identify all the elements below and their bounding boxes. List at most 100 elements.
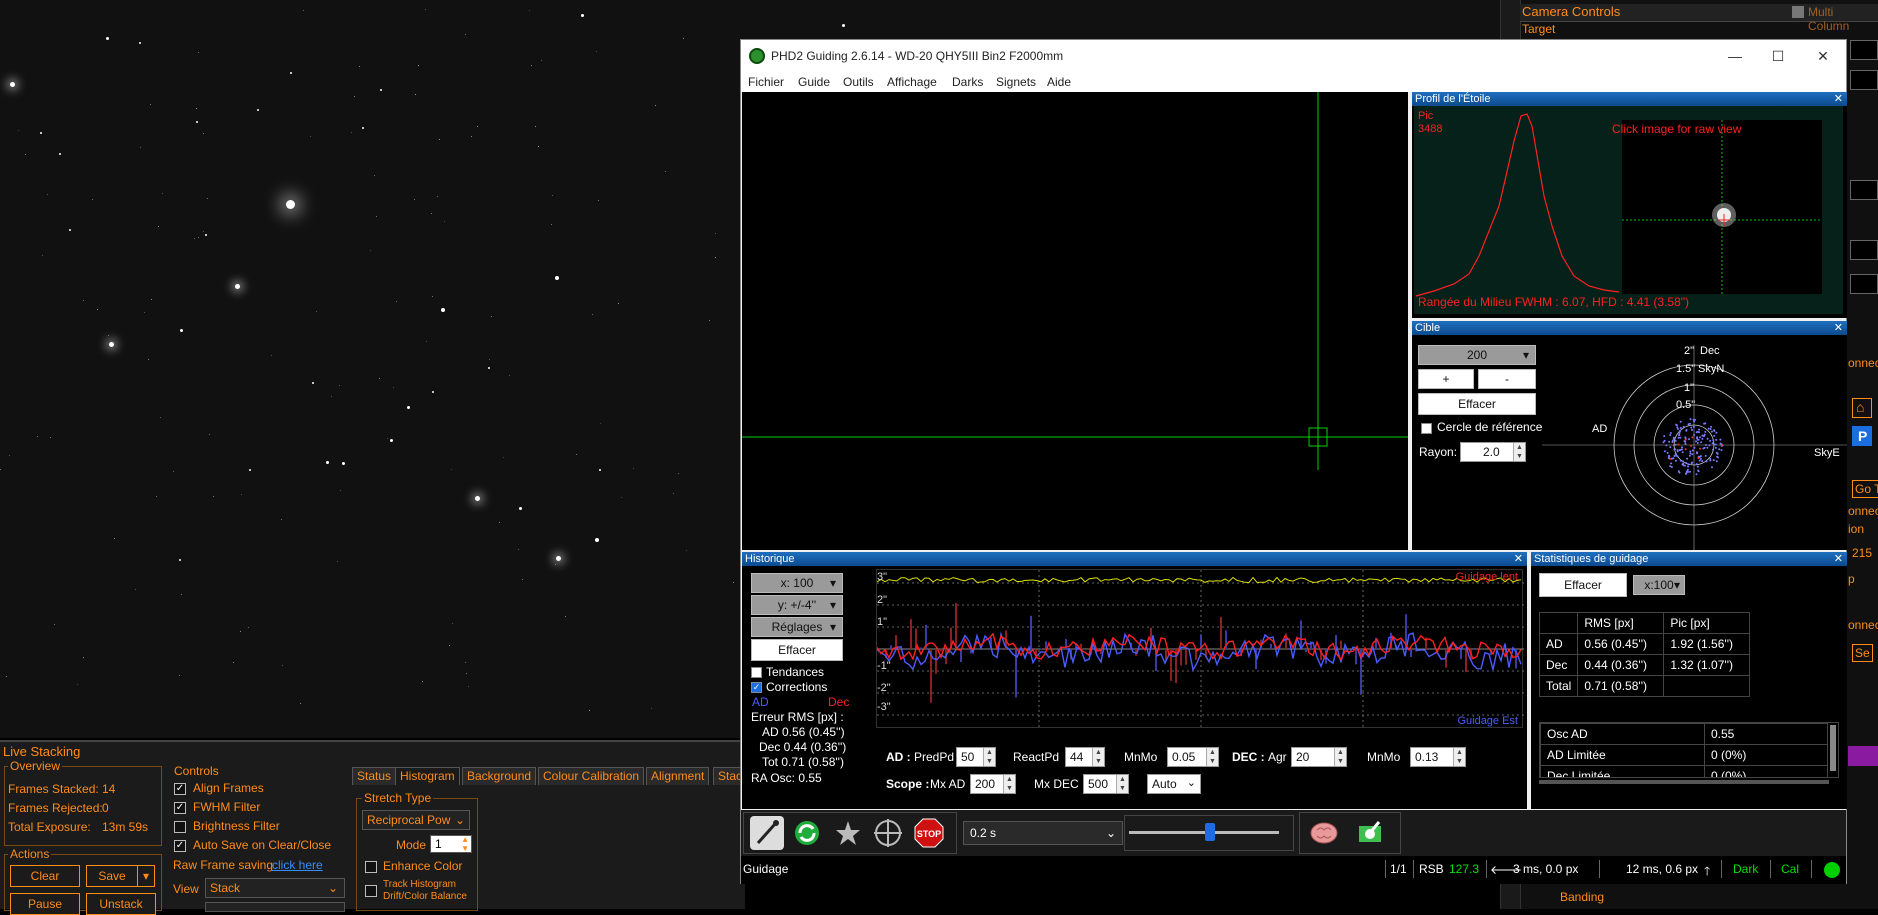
menu-darks[interactable]: Darks bbox=[952, 75, 983, 89]
faint-star bbox=[18, 130, 19, 131]
tab-status[interactable]: Status bbox=[352, 767, 397, 785]
align-frames-checkbox[interactable]: ✓ bbox=[174, 783, 186, 795]
scatter-point bbox=[1684, 472, 1687, 475]
agr-stepper[interactable]: 20 ▲ ▼ bbox=[1291, 747, 1347, 767]
menu-guide[interactable]: Guide bbox=[798, 75, 830, 89]
faint-star bbox=[715, 257, 716, 258]
exposure-select[interactable]: 0.2 s ⌄ bbox=[963, 821, 1123, 845]
faint-star bbox=[387, 438, 388, 439]
gamma-slider-thumb[interactable] bbox=[1205, 823, 1215, 841]
save-dropdown-button[interactable]: ▾ bbox=[137, 865, 155, 887]
auto-select-star-icon[interactable] bbox=[831, 816, 865, 850]
trends-checkbox[interactable] bbox=[751, 667, 762, 678]
stats-clear-button[interactable]: Effacer bbox=[1539, 573, 1627, 597]
bg-button[interactable]: Se bbox=[1852, 644, 1873, 662]
bg-field[interactable] bbox=[1850, 70, 1878, 90]
graph-label-top: Guidage lent bbox=[1455, 571, 1518, 583]
clear-button[interactable]: Clear bbox=[10, 865, 80, 887]
history-graph[interactable]: 3" 2" 1" -1" -2" -3" Guidage lent Guidag… bbox=[876, 569, 1524, 729]
pause-button[interactable]: Pause bbox=[10, 893, 80, 915]
enhance-color-checkbox[interactable] bbox=[365, 861, 377, 873]
corrections-checkbox[interactable]: ✓ bbox=[751, 682, 762, 693]
dec-series-line bbox=[876, 632, 1522, 661]
scatter-point bbox=[1668, 440, 1671, 443]
stats-scale-select[interactable]: x:100 ▾ bbox=[1633, 575, 1685, 595]
fwhm-filter-checkbox[interactable]: ✓ bbox=[174, 802, 186, 814]
click-here-link[interactable]: click here bbox=[272, 858, 323, 872]
stretch-type-select[interactable]: Reciprocal Pow ⌄ bbox=[362, 810, 470, 830]
park-icon[interactable]: P bbox=[1852, 426, 1872, 446]
tab-alignment[interactable]: Alignment bbox=[646, 767, 710, 785]
bg-field[interactable] bbox=[1850, 40, 1878, 60]
tab-colour-calibration[interactable]: Colour Calibration bbox=[538, 767, 645, 785]
table-cell: 1.32 (1.07'') bbox=[1663, 654, 1751, 676]
target-zoom-out-button[interactable]: - bbox=[1478, 369, 1536, 389]
faint-star bbox=[209, 434, 210, 435]
close-icon[interactable]: ✕ bbox=[1834, 92, 1843, 106]
home-icon[interactable]: ⌂ bbox=[1852, 398, 1872, 418]
guide-camera-view[interactable] bbox=[742, 92, 1408, 550]
predpd-stepper[interactable]: 50 ▲ ▼ bbox=[956, 747, 996, 767]
mnmo-ad-stepper[interactable]: 0.05 ▲ ▼ bbox=[1167, 747, 1219, 767]
star bbox=[580, 13, 584, 17]
minimize-icon[interactable]: — bbox=[1725, 46, 1745, 66]
guide-target-icon[interactable] bbox=[871, 816, 905, 850]
total-exposure-value: 13m 59s bbox=[102, 820, 149, 834]
brain-icon[interactable] bbox=[1307, 816, 1341, 850]
history-y-scale-select[interactable]: y: +/-4'' ▾ bbox=[751, 595, 843, 615]
save-button[interactable]: Save bbox=[86, 865, 138, 887]
tab-background[interactable]: Background bbox=[462, 767, 537, 785]
faint-star bbox=[535, 126, 536, 127]
target-zoom-in-button[interactable]: + bbox=[1418, 369, 1474, 389]
menu-fichier[interactable]: Fichier bbox=[748, 75, 784, 89]
mnmo-dec-stepper[interactable]: 0.13 ▲ ▼ bbox=[1410, 747, 1466, 767]
close-icon[interactable]: ✕ bbox=[1834, 321, 1843, 335]
track-histogram-checkbox[interactable] bbox=[365, 885, 377, 897]
equipment-icon[interactable] bbox=[1353, 816, 1387, 850]
second-select[interactable] bbox=[205, 902, 345, 912]
target-clear-button[interactable]: Effacer bbox=[1418, 393, 1536, 415]
menu-aide[interactable]: Aide bbox=[1047, 75, 1071, 89]
scrollbar[interactable] bbox=[1830, 725, 1836, 771]
faint-star bbox=[198, 52, 199, 53]
use-camera-icon[interactable] bbox=[750, 816, 784, 850]
tab-histogram[interactable]: Histogram bbox=[395, 767, 460, 785]
goto-button[interactable]: Go T bbox=[1852, 480, 1878, 498]
history-clear-button[interactable]: Effacer bbox=[751, 639, 843, 661]
history-x-scale-select[interactable]: x: 100 ▾ bbox=[751, 573, 843, 593]
maximize-icon[interactable]: ☐ bbox=[1768, 46, 1788, 66]
scatter-point bbox=[1697, 438, 1700, 441]
auto-save-checkbox[interactable]: ✓ bbox=[174, 840, 186, 852]
radius-stepper[interactable]: 2.0 ▲ ▼ bbox=[1460, 442, 1526, 462]
scatter-point bbox=[1663, 450, 1666, 453]
menu-signets[interactable]: Signets bbox=[996, 75, 1036, 89]
star-thumbnail[interactable] bbox=[1622, 120, 1822, 294]
close-icon[interactable]: ✕ bbox=[1834, 552, 1843, 566]
loop-icon[interactable] bbox=[790, 816, 824, 850]
close-icon[interactable]: ✕ bbox=[1813, 46, 1833, 66]
bg-field[interactable] bbox=[1850, 240, 1878, 260]
menu-affichage[interactable]: Affichage bbox=[887, 75, 937, 89]
history-settings-button[interactable]: Réglages ▾ bbox=[751, 617, 843, 637]
reference-circle-checkbox[interactable] bbox=[1421, 423, 1432, 434]
reactpd-stepper[interactable]: 44 ▲ ▼ bbox=[1065, 747, 1105, 767]
menu-outils[interactable]: Outils bbox=[843, 75, 874, 89]
mode-stepper[interactable]: 1 ▲ ▼ bbox=[430, 835, 472, 853]
multi-column-checkbox[interactable] bbox=[1792, 6, 1804, 18]
dec-mode-select[interactable]: Auto ⌄ bbox=[1147, 774, 1201, 794]
title-bar[interactable]: PHD2 Guiding 2.6.14 - WD-20 QHY5III Bin2… bbox=[741, 40, 1846, 72]
unstack-button[interactable]: Unstack bbox=[86, 893, 156, 915]
gamma-slider-track[interactable] bbox=[1129, 831, 1279, 834]
bg-text: p bbox=[1848, 572, 1855, 586]
target-scale-select[interactable]: 200 ▾ bbox=[1418, 345, 1536, 365]
bg-field[interactable] bbox=[1850, 180, 1878, 200]
brightness-filter-checkbox[interactable] bbox=[174, 821, 186, 833]
stats-table-2[interactable]: Osc AD 0.55 AD Limitée 0 (0%) Dec Limitée 0… bbox=[1539, 722, 1839, 778]
mxdec-stepper[interactable]: 500 ▲ ▼ bbox=[1083, 774, 1129, 794]
stop-icon[interactable]: STOP bbox=[912, 816, 946, 850]
bg-field[interactable] bbox=[1850, 274, 1878, 294]
close-icon[interactable]: ✕ bbox=[1514, 552, 1523, 566]
view-select[interactable]: Stack ⌄ bbox=[205, 878, 345, 898]
mxad-stepper[interactable]: 200 ▲ ▼ bbox=[970, 774, 1016, 794]
horizontal-scrollbar[interactable] bbox=[1539, 780, 1829, 784]
